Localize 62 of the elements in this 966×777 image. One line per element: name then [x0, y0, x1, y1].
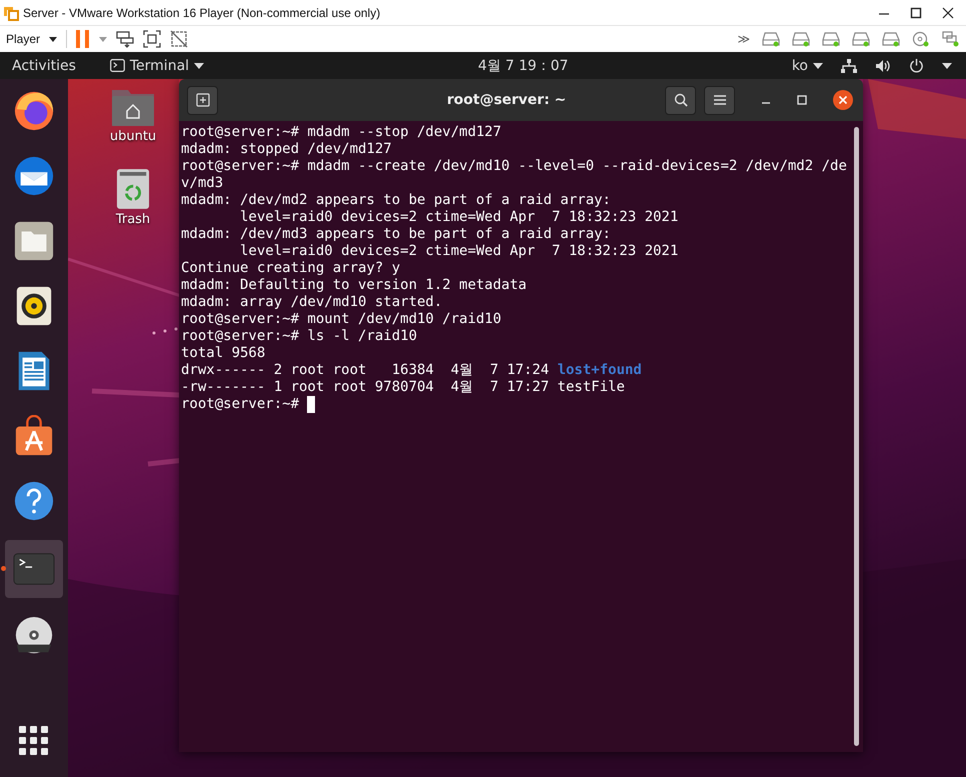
scrollbar[interactable]: [854, 127, 859, 746]
trash-icon[interactable]: [116, 168, 150, 210]
terminal-line: mdadm: Defaulting to version 1.2 metadata: [181, 277, 528, 294]
running-indicator: [1, 566, 6, 571]
terminal-line: root@server:~# ls -l /raid10: [181, 328, 418, 345]
close-icon[interactable]: [833, 90, 854, 110]
search-icon: [674, 93, 688, 107]
disc-icon[interactable]: [912, 31, 930, 47]
activities-button[interactable]: Activities: [12, 58, 76, 74]
input-method-menu[interactable]: ko: [792, 58, 823, 74]
unity-icon[interactable]: [170, 30, 188, 48]
close-icon[interactable]: [942, 6, 954, 18]
pause-icon[interactable]: [76, 30, 90, 48]
desktop-icon-label[interactable]: Trash: [116, 212, 150, 227]
terminal-line: root@server:~#: [181, 396, 854, 413]
network-adapter-icon[interactable]: [942, 31, 960, 47]
terminal-line: Continue creating array? y: [181, 260, 402, 277]
maximize-icon[interactable]: [910, 6, 922, 18]
terminal-icon: [110, 59, 125, 72]
terminal-line: root@server:~# mdadm --create /dev/md10 --level=0 --raid-devices=2 /dev/md2 /de: [181, 158, 848, 175]
window-title: root@server: ~: [446, 92, 566, 108]
logo-icon: [3, 4, 19, 20]
folder-icon: [13, 220, 55, 262]
search-button[interactable]: [665, 86, 696, 114]
network-icon[interactable]: [841, 58, 857, 72]
window-title: Server - VMware Workstation 16 Player (Non-commercial use only): [23, 6, 380, 20]
desktop-icon-label[interactable]: ubuntu: [110, 129, 156, 144]
grid-icon: [19, 726, 49, 756]
terminal-line: root@server:~# mdadm --stop /dev/md127: [181, 124, 502, 141]
power-icon[interactable]: [909, 58, 924, 73]
caret-icon[interactable]: [49, 36, 58, 42]
menu-icon: [712, 94, 727, 106]
volume-icon[interactable]: [875, 58, 891, 72]
clock[interactable]: 4월 7 19：07: [478, 57, 568, 75]
app-menu[interactable]: Terminal: [110, 58, 204, 74]
terminal-line: mdadm: stopped /dev/md127: [181, 141, 393, 158]
terminal-line: mdadm: /dev/md2 appears to be part of a raid array:: [181, 192, 612, 209]
player-menu[interactable]: Player: [6, 32, 40, 46]
terminal-line: total 9568: [181, 345, 266, 362]
home-folder-icon[interactable]: [111, 87, 155, 127]
terminal-line: root@server:~# mount /dev/md10 /raid10: [181, 311, 502, 328]
terminal-line: level=raid0 devices=2 ctime=Wed Apr 7 18:32:23 2021: [239, 243, 680, 260]
terminal-line: v/md3: [181, 175, 224, 192]
terminal-line: mdadm: array /dev/md10 started.: [181, 294, 444, 311]
globe-icon: [13, 90, 55, 132]
caret-icon: [813, 62, 823, 68]
directory-name: lost+found: [557, 362, 642, 378]
caret-icon[interactable]: [942, 62, 952, 68]
keyboard-send-icon[interactable]: [116, 30, 134, 48]
fullscreen-icon[interactable]: [143, 30, 162, 48]
terminal-line: -rw------- 1 root root 9780704 4월 7 17:27 testFile: [181, 379, 626, 396]
overflow-chevron[interactable]: ≫: [737, 32, 750, 46]
terminal-line: level=raid0 devices=2 ctime=Wed Apr 7 18:32:23 2021: [239, 209, 680, 226]
menu-button[interactable]: [704, 86, 736, 114]
terminal-line: drwx------ 2 root root 16384 4월 7 17:24 lost+found: [181, 362, 643, 379]
caret-icon: [194, 62, 204, 68]
new-tab-icon: [196, 93, 210, 107]
help-icon: [13, 480, 55, 522]
terminal-line: mdadm: /dev/md3 appears to be part of a raid array:: [181, 226, 612, 243]
new-tab-button[interactable]: [187, 86, 218, 114]
shopping-bag-icon: [13, 415, 55, 457]
mail-icon: [13, 155, 55, 197]
